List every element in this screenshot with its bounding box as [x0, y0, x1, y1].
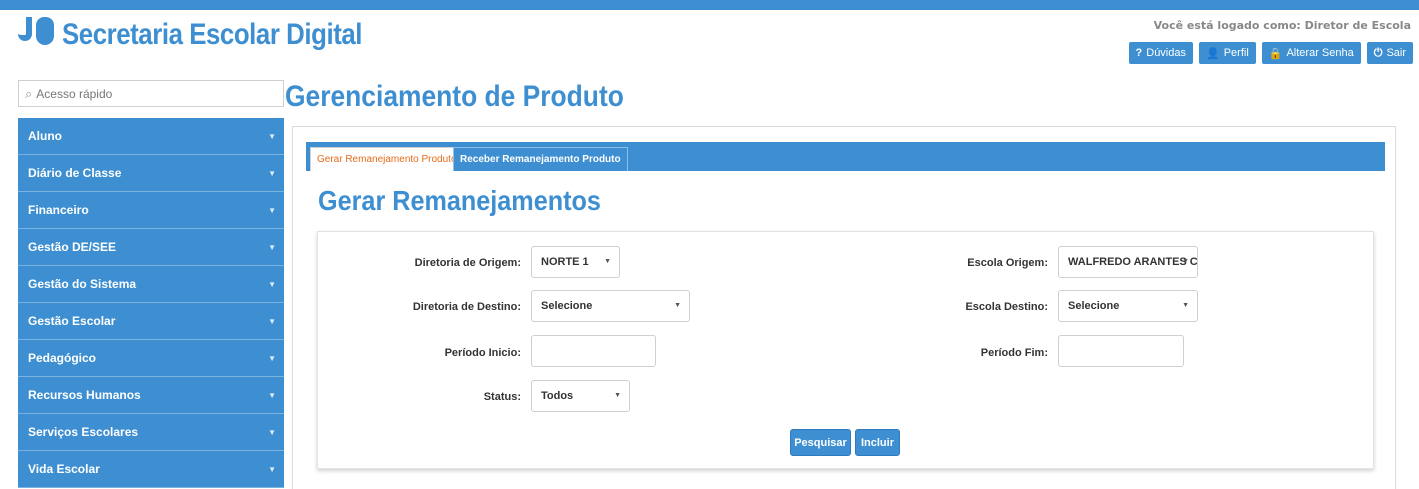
diretoria-origem-select[interactable]: NORTE 1 ▼ — [531, 246, 620, 278]
quick-access-input[interactable] — [36, 86, 267, 101]
sidebar-item-servicos-escolares[interactable]: Serviços Escolares ▼ — [18, 414, 284, 451]
tab-receber-remanejamento[interactable]: Receber Remanejamento Produto — [453, 147, 628, 171]
periodo-fim-label: Período Fim: — [980, 347, 1048, 359]
help-button-label: Dúvidas — [1146, 47, 1186, 59]
logout-button[interactable]: ⏻ Sair — [1366, 42, 1413, 64]
logo-mark-icon — [18, 15, 56, 55]
chevron-down-icon: ▼ — [1182, 258, 1189, 265]
logged-user-info: Você está logado como: Diretor de Escola — [1153, 19, 1411, 32]
sidebar-item-label: Pedagógico — [28, 351, 97, 365]
sidebar-item-pedagogico[interactable]: Pedagógico ▼ — [18, 340, 284, 377]
profile-button-label: Perfil — [1223, 47, 1249, 59]
top-actions: ? Dúvidas 👤 Perfil 🔒 Alterar Senha ⏻ Sai… — [1128, 42, 1413, 64]
sidebar-item-aluno[interactable]: Aluno ▼ — [18, 118, 284, 155]
diretoria-origem-label: Diretoria de Origem: — [414, 257, 521, 269]
sidebar-item-label: Vida Escolar — [28, 462, 100, 476]
status-value: Todos — [541, 390, 574, 402]
caret-down-icon: ▼ — [268, 464, 276, 474]
caret-down-icon: ▼ — [268, 390, 276, 400]
status-select[interactable]: Todos ▼ — [531, 380, 630, 412]
change-password-button-label: Alterar Senha — [1286, 47, 1354, 59]
status-label: Status: — [483, 391, 521, 403]
escola-origem-label: Escola Origem: — [967, 257, 1048, 269]
chevron-down-icon: ▼ — [604, 258, 611, 265]
sidebar-item-vida-escolar[interactable]: Vida Escolar ▼ — [18, 451, 284, 488]
question-icon: ? — [1135, 47, 1143, 59]
search-button[interactable]: Pesquisar — [790, 429, 851, 456]
caret-down-icon: ▼ — [268, 353, 276, 363]
escola-destino-select[interactable]: Selecione ▼ — [1058, 290, 1198, 322]
chevron-down-icon: ▼ — [1182, 302, 1189, 309]
logout-button-label: Sair — [1386, 47, 1406, 59]
periodo-fim-input[interactable] — [1059, 336, 1183, 366]
sidebar-item-gestao-do-sistema[interactable]: Gestão do Sistema ▼ — [18, 266, 284, 303]
sidebar-item-label: Financeiro — [28, 203, 89, 217]
lock-icon: 🔒 — [1268, 47, 1283, 60]
tab-bar: Gerar Remanejamento Produto Receber Rema… — [306, 142, 1385, 171]
sidebar-item-label: Gestão DE/SEE — [28, 240, 117, 254]
sidebar-item-label: Serviços Escolares — [28, 425, 139, 439]
include-button[interactable]: Incluir — [855, 429, 900, 456]
sidebar-item-gestao-de-see[interactable]: Gestão DE/SEE ▼ — [18, 229, 284, 266]
caret-down-icon: ▼ — [268, 279, 276, 289]
top-accent-bar — [0, 0, 1419, 10]
sidebar-item-recursos-humanos[interactable]: Recursos Humanos ▼ — [18, 377, 284, 414]
sidebar-item-label: Diário de Classe — [28, 166, 122, 180]
power-icon: ⏻ — [1373, 46, 1383, 59]
chevron-down-icon: ▼ — [614, 392, 621, 399]
periodo-inicio-label: Período Inicio: — [444, 347, 521, 359]
profile-button[interactable]: 👤 Perfil — [1199, 42, 1256, 64]
search-icon: ⌕ — [25, 85, 33, 101]
section-title: Gerar Remanejamentos — [318, 185, 601, 216]
help-button[interactable]: ? Dúvidas — [1128, 42, 1193, 64]
chevron-down-icon: ▼ — [674, 302, 681, 309]
sidebar-item-financeiro[interactable]: Financeiro ▼ — [18, 192, 284, 229]
diretoria-origem-value: NORTE 1 — [541, 256, 589, 268]
sidebar-item-diario-de-classe[interactable]: Diário de Classe ▼ — [18, 155, 284, 192]
periodo-fim-field[interactable] — [1058, 335, 1184, 367]
caret-down-icon: ▼ — [268, 242, 276, 252]
caret-down-icon: ▼ — [268, 427, 276, 437]
caret-down-icon: ▼ — [268, 168, 276, 178]
escola-destino-value: Selecione — [1068, 300, 1120, 312]
page-title: Gerenciamento de Produto — [285, 80, 624, 113]
diretoria-destino-select[interactable]: Selecione ▼ — [531, 290, 690, 322]
sidebar-item-label: Gestão do Sistema — [28, 277, 137, 291]
sidebar-item-label: Recursos Humanos — [28, 388, 141, 402]
caret-down-icon: ▼ — [268, 131, 276, 141]
sidebar-item-label: Gestão Escolar — [28, 314, 116, 328]
periodo-inicio-field[interactable] — [531, 335, 656, 367]
diretoria-destino-label: Diretoria de Destino: — [412, 301, 521, 313]
caret-down-icon: ▼ — [268, 205, 276, 215]
change-password-button[interactable]: 🔒 Alterar Senha — [1261, 42, 1361, 64]
diretoria-destino-value: Selecione — [541, 300, 593, 312]
app-logo[interactable]: Secretaria Escolar Digital — [18, 12, 411, 58]
sidebar-menu: Aluno ▼ Diário de Classe ▼ Financeiro ▼ Ges… — [18, 118, 284, 488]
periodo-inicio-input[interactable] — [532, 336, 655, 366]
escola-destino-label: Escola Destino: — [965, 301, 1048, 313]
tab-gerar-remanejamento[interactable]: Gerar Remanejamento Produto — [310, 147, 464, 171]
app-title: Secretaria Escolar Digital — [62, 18, 363, 51]
user-icon: 👤 — [1206, 47, 1220, 60]
sidebar-item-label: Aluno — [28, 129, 62, 143]
escola-origem-value: WALFREDO ARANTES CALI — [1068, 256, 1198, 268]
quick-access-box: ⌕ — [18, 80, 284, 107]
escola-origem-select[interactable]: WALFREDO ARANTES CALI ▼ — [1058, 246, 1198, 278]
sidebar-item-gestao-escolar[interactable]: Gestão Escolar ▼ — [18, 303, 284, 340]
caret-down-icon: ▼ — [268, 316, 276, 326]
